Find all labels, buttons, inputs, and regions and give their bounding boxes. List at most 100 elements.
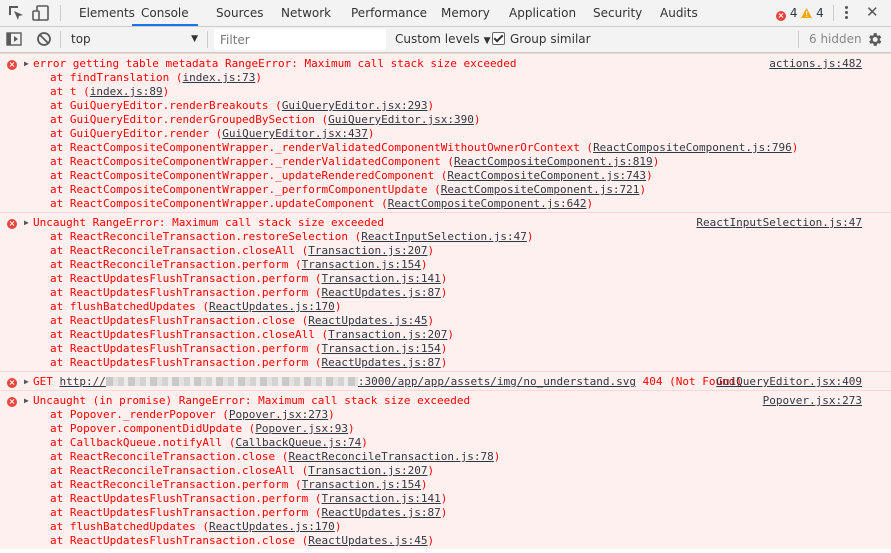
tab-sources[interactable]: Sources — [216, 0, 263, 26]
frame-source-link[interactable]: ReactUpdates.js:45 — [308, 534, 427, 547]
source-link[interactable]: ReactInputSelection.js:47 — [696, 216, 862, 230]
issue-counters[interactable]: × 4 4 — [776, 0, 824, 26]
request-url[interactable]: http:// :3000/app/app/assets/img/no_under… — [60, 375, 637, 388]
frame-source-link[interactable]: ReactCompositeComponent.js:721 — [441, 183, 640, 196]
frame-source-link[interactable]: GuiQueryEditor.jsx:293 — [282, 99, 428, 112]
error-count: 4 — [789, 6, 798, 20]
frame-function: ReactUpdatesFlushTransaction.close — [69, 314, 296, 327]
divider — [60, 5, 61, 21]
frame-function: ReactUpdatesFlushTransaction.perform — [69, 342, 309, 355]
stack-frame: at t (index.js:89) — [50, 85, 170, 98]
frame-source-link[interactable]: Transaction.js:154 — [302, 258, 421, 271]
hidden-count: 6 hidden — [809, 32, 862, 46]
frame-source-link[interactable]: ReactInputSelection.js:47 — [361, 230, 527, 243]
tab-console[interactable]: Console — [132, 0, 198, 26]
frame-function: ReactCompositeComponentWrapper.updateCom… — [69, 197, 375, 210]
frame-function: ReactReconcileTransaction.restoreSelecti… — [69, 230, 349, 243]
group-similar-checkbox[interactable] — [492, 32, 505, 45]
show-sidebar-icon[interactable] — [6, 31, 24, 49]
frame-source-link[interactable]: ReactCompositeComponent.js:819 — [454, 155, 653, 168]
stack-frame: at ReactUpdatesFlushTransaction.perform … — [50, 342, 448, 355]
device-toolbar-icon[interactable] — [32, 4, 50, 22]
clear-console-icon[interactable] — [36, 31, 54, 49]
frame-function: ReactReconcileTransaction.close — [69, 450, 276, 463]
frame-source-link[interactable]: CallbackQueue.js:74 — [235, 436, 361, 449]
stack-frame: at ReactCompositeComponentWrapper._rende… — [50, 141, 799, 154]
frame-source-link[interactable]: Transaction.js:141 — [322, 492, 441, 505]
frame-source-link[interactable]: index.js:89 — [90, 85, 163, 98]
context-selector[interactable]: top ▼ — [64, 27, 204, 52]
error-text: Uncaught RangeError: Maximum call stack … — [33, 216, 384, 229]
frame-source-link[interactable]: Transaction.js:207 — [308, 464, 427, 477]
frame-source-link[interactable]: ReactCompositeComponent.js:642 — [388, 197, 587, 210]
frame-source-link[interactable]: GuiQueryEditor.jsx:390 — [328, 113, 474, 126]
frame-source-link[interactable]: Transaction.js:154 — [322, 342, 441, 355]
expand-triangle-icon[interactable]: ▶ — [24, 57, 29, 71]
stack-frame: at ReactUpdatesFlushTransaction.perform … — [50, 356, 448, 369]
message-header[interactable]: ▶ error getting table metadata RangeError… — [0, 57, 891, 71]
source-link[interactable]: Popover.jsx:273 — [763, 394, 862, 408]
tab-audits[interactable]: Audits — [660, 0, 698, 26]
frame-source-link[interactable]: ReactCompositeComponent.js:796 — [593, 141, 792, 154]
expand-triangle-icon[interactable]: ▶ — [24, 394, 29, 408]
message-header[interactable]: ▶ GET http://:3000/app/app/assets/img/no_… — [0, 375, 891, 389]
console-error-message: × ▶ Uncaught RangeError: Maximum call stac… — [0, 212, 891, 371]
close-icon[interactable]: ✕ — [866, 3, 879, 21]
expand-triangle-icon[interactable]: ▶ — [24, 375, 29, 389]
frame-source-link[interactable]: ReactUpdates.js:170 — [209, 300, 335, 313]
frame-source-link[interactable]: ReactUpdates.js:87 — [322, 506, 441, 519]
devtools-tab-bar: Elements Console Sources Network Perform… — [0, 0, 891, 27]
warning-icon — [801, 8, 813, 18]
source-link[interactable]: actions.js:482 — [769, 57, 862, 71]
frame-source-link[interactable]: index.js:73 — [182, 71, 255, 84]
frame-function: ReactUpdatesFlushTransaction.close — [69, 534, 296, 547]
frame-source-link[interactable]: ReactCompositeComponent.js:743 — [447, 169, 646, 182]
expand-triangle-icon[interactable]: ▶ — [24, 216, 29, 230]
url-path: :3000/app/app/assets/img/no_understand.s… — [357, 375, 637, 388]
group-similar-toggle[interactable]: Group similar — [492, 27, 591, 52]
frame-source-link[interactable]: Transaction.js:141 — [322, 272, 441, 285]
more-options-icon[interactable] — [845, 6, 849, 21]
frame-function: ReactCompositeComponentWrapper._renderVa… — [69, 141, 580, 154]
stack-frame: at findTranslation (index.js:73) — [50, 71, 262, 84]
stack-frame: at GuiQueryEditor.renderGroupedBySection… — [50, 113, 481, 126]
stack-frame: at ReactUpdatesFlushTransaction.close (R… — [50, 534, 435, 547]
stack-frame: at Popover._renderPopover (Popover.jsx:2… — [50, 408, 335, 421]
frame-source-link[interactable]: ReactUpdates.js:87 — [322, 356, 441, 369]
log-levels-dropdown[interactable]: Custom levels ▼ — [395, 27, 491, 52]
error-text: error getting table metadata RangeError:… — [33, 57, 517, 70]
frame-source-link[interactable]: ReactUpdates.js:170 — [209, 520, 335, 533]
tab-security[interactable]: Security — [593, 0, 642, 26]
frame-source-link[interactable]: ReactReconcileTransaction.js:78 — [288, 450, 493, 463]
frame-function: ReactReconcileTransaction.perform — [69, 478, 289, 491]
frame-source-link[interactable]: Transaction.js:207 — [308, 244, 427, 257]
frame-source-link[interactable]: ReactUpdates.js:87 — [322, 286, 441, 299]
frame-function: ReactCompositeComponentWrapper._performC… — [69, 183, 428, 196]
tab-elements[interactable]: Elements — [79, 0, 135, 26]
stack-frame: at ReactCompositeComponentWrapper._perfo… — [50, 183, 647, 196]
frame-source-link[interactable]: ReactUpdates.js:45 — [308, 314, 427, 327]
source-link[interactable]: GuiQueryEditor.jsx:409 — [716, 375, 862, 389]
frame-source-link[interactable]: GuiQueryEditor.jsx:437 — [222, 127, 368, 140]
frame-function: CallbackQueue.notifyAll — [69, 436, 223, 449]
filter-input[interactable] — [214, 29, 386, 50]
gear-icon[interactable] — [866, 31, 883, 51]
frame-source-link[interactable]: Transaction.js:207 — [328, 328, 447, 341]
inspect-element-icon[interactable] — [7, 4, 25, 22]
frame-function: ReactUpdatesFlushTransaction.perform — [69, 272, 309, 285]
dropdown-arrow-icon: ▼ — [483, 36, 491, 46]
tab-performance[interactable]: Performance — [351, 0, 427, 26]
url-scheme: http:// — [59, 375, 106, 388]
tab-memory[interactable]: Memory — [441, 0, 490, 26]
console-messages: × ▶ error getting table metadata RangeErro… — [0, 53, 891, 553]
frame-function: ReactUpdatesFlushTransaction.perform — [69, 286, 309, 299]
frame-source-link[interactable]: Transaction.js:154 — [302, 478, 421, 491]
tab-application[interactable]: Application — [509, 0, 576, 26]
frame-source-link[interactable]: Popover.jsx:93 — [255, 422, 348, 435]
tab-network[interactable]: Network — [281, 0, 331, 26]
frame-function: ReactCompositeComponentWrapper._updateRe… — [69, 169, 435, 182]
message-header[interactable]: ▶ Uncaught (in promise) RangeError: Maxim… — [0, 394, 891, 408]
stack-frame: at ReactCompositeComponentWrapper._updat… — [50, 169, 653, 182]
frame-source-link[interactable]: Popover.jsx:273 — [229, 408, 328, 421]
message-header[interactable]: ▶ Uncaught RangeError: Maximum call stack… — [0, 216, 891, 230]
